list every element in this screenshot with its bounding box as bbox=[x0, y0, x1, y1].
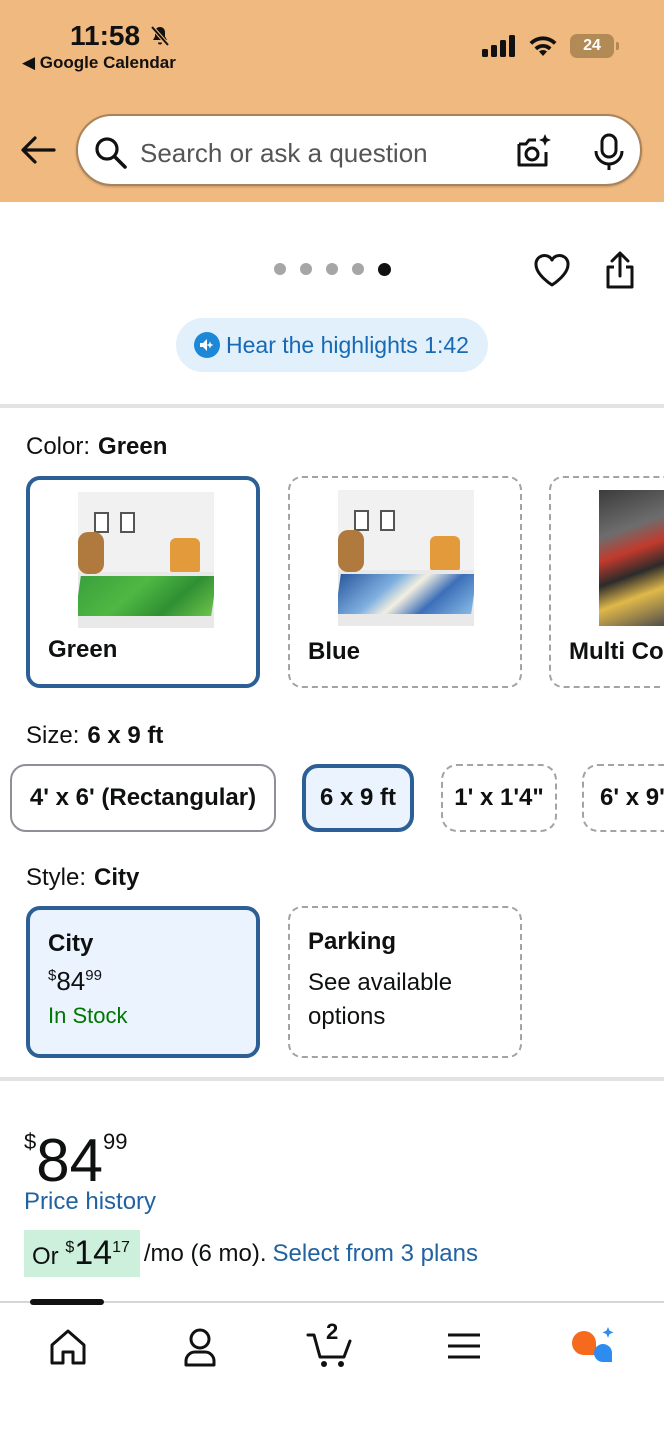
color-option-green[interactable]: Green bbox=[26, 476, 260, 688]
camera-search-icon[interactable] bbox=[514, 132, 554, 172]
size-label: Size: bbox=[26, 722, 80, 749]
hear-highlights-button[interactable]: Hear the highlights 1:42 bbox=[176, 318, 488, 372]
monthly-terms: /mo (6 mo). bbox=[143, 1239, 267, 1267]
wifi-icon bbox=[529, 36, 557, 56]
size-option-4x6[interactable]: 4' x 6' (Rectangular) bbox=[10, 764, 276, 832]
size-selected-value: 6 x 9 ft bbox=[87, 722, 164, 749]
style-option-name: Parking bbox=[308, 928, 397, 955]
color-option-label: Multi Co bbox=[569, 638, 664, 665]
cellular-signal-icon bbox=[482, 35, 515, 57]
status-indicators: 24 bbox=[482, 34, 619, 58]
heart-icon[interactable] bbox=[533, 252, 571, 288]
carousel-dot[interactable] bbox=[352, 263, 364, 275]
monthly-payment-row: Or $1417 /mo (6 mo). Select from 3 plans bbox=[24, 1230, 478, 1277]
microphone-icon[interactable] bbox=[592, 132, 626, 172]
battery-indicator: 24 bbox=[570, 34, 619, 58]
back-to-app-link[interactable]: ◀ Google Calendar bbox=[22, 53, 176, 73]
section-divider bbox=[0, 404, 664, 408]
size-label-row: Size: 6 x 9 ft bbox=[26, 722, 163, 750]
color-selected-value: Green bbox=[98, 433, 168, 460]
style-option-description: See available options bbox=[308, 969, 453, 1030]
active-tab-indicator bbox=[30, 1299, 104, 1305]
style-option-name: City bbox=[48, 930, 94, 957]
color-label: Color: bbox=[26, 433, 91, 460]
style-option-city[interactable]: City $8499 In Stock bbox=[26, 906, 260, 1058]
home-icon[interactable] bbox=[44, 1325, 92, 1369]
style-selected-value: City bbox=[94, 864, 140, 891]
bottom-navigation: 2 bbox=[0, 1299, 664, 1440]
account-icon[interactable] bbox=[176, 1325, 224, 1369]
search-input[interactable]: Search or ask a question bbox=[140, 138, 428, 169]
rufus-assistant-icon[interactable] bbox=[570, 1325, 618, 1369]
size-option-6x9-alt[interactable]: 6' x 9' bbox=[582, 764, 664, 832]
cart-count-badge: 2 bbox=[326, 1319, 339, 1344]
product-price: $8499 bbox=[24, 1127, 128, 1194]
size-option-1x1-4[interactable]: 1' x 1'4" bbox=[441, 764, 557, 832]
section-divider bbox=[0, 1077, 664, 1081]
price-history-link[interactable]: Price history bbox=[24, 1188, 156, 1216]
color-label-row: Color: Green bbox=[26, 433, 167, 461]
share-icon[interactable] bbox=[603, 250, 637, 290]
back-arrow-icon[interactable] bbox=[20, 134, 56, 166]
monthly-price-badge: Or $1417 bbox=[24, 1230, 140, 1277]
status-time: 11:58 bbox=[70, 20, 141, 51]
search-box[interactable]: Search or ask a question bbox=[76, 114, 642, 186]
multi-rug-thumbnail bbox=[599, 490, 664, 626]
carousel-dot-active[interactable] bbox=[378, 263, 391, 276]
image-carousel-dots[interactable] bbox=[274, 263, 391, 276]
carousel-dot[interactable] bbox=[300, 263, 312, 275]
color-option-blue[interactable]: Blue bbox=[288, 476, 522, 688]
search-icon bbox=[95, 137, 127, 169]
blue-rug-thumbnail bbox=[338, 490, 474, 626]
style-label-row: Style: City bbox=[26, 864, 139, 892]
carousel-dot[interactable] bbox=[326, 263, 338, 275]
silent-bell-icon bbox=[150, 25, 170, 47]
color-option-label: Green bbox=[48, 636, 118, 663]
style-option-price: $8499 bbox=[48, 966, 102, 996]
style-option-parking[interactable]: Parking See available options bbox=[288, 906, 522, 1058]
menu-icon[interactable] bbox=[440, 1325, 488, 1369]
stock-status: In Stock bbox=[48, 1003, 128, 1028]
cart-button[interactable]: 2 bbox=[306, 1319, 358, 1369]
size-option-6x9[interactable]: 6 x 9 ft bbox=[302, 764, 414, 832]
app-header: 11:58 ◀ Google Calendar 24 Search or ask… bbox=[0, 0, 664, 202]
color-option-label: Blue bbox=[308, 638, 361, 665]
speaker-icon bbox=[194, 332, 220, 358]
select-plans-link[interactable]: Select from 3 plans bbox=[273, 1240, 478, 1268]
green-rug-thumbnail bbox=[78, 492, 214, 628]
color-option-multi[interactable]: Multi Co bbox=[549, 476, 664, 688]
carousel-dot[interactable] bbox=[274, 263, 286, 275]
highlights-label: Hear the highlights 1:42 bbox=[226, 331, 469, 358]
style-label: Style: bbox=[26, 864, 87, 891]
